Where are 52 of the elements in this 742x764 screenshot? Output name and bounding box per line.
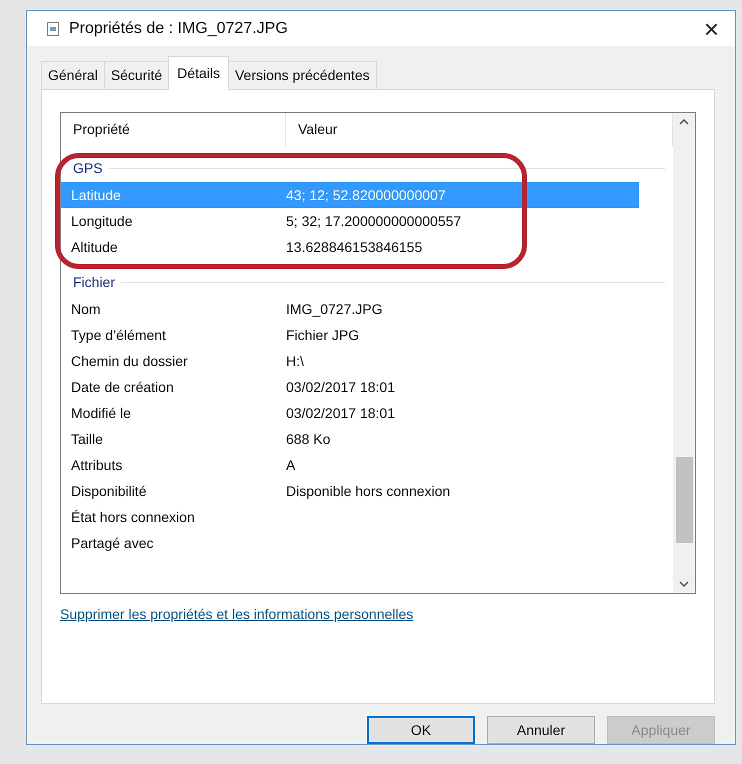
property-name: Modifié le <box>70 404 132 422</box>
remove-properties-link[interactable]: Supprimer les propriétés et les informations personnelles <box>60 604 414 625</box>
scroll-up-icon[interactable] <box>679 119 689 125</box>
close-button[interactable]: × <box>700 16 723 42</box>
property-row[interactable]: Partagé avec <box>61 530 639 556</box>
property-row[interactable]: Altitude 13.628846153846155 <box>61 234 639 260</box>
property-row[interactable]: Date de création 03/02/2017 18:01 <box>61 374 639 400</box>
property-row[interactable]: Nom IMG_0727.JPG <box>61 296 639 322</box>
property-value: Disponible hors connexion <box>286 482 450 501</box>
property-row[interactable]: Taille 688 Ko <box>61 426 639 452</box>
property-name: Attributs <box>70 456 124 474</box>
property-value: 43; 12; 52.820000000007 <box>286 186 446 204</box>
property-value: Fichier JPG <box>286 326 360 344</box>
scroll-thumb[interactable] <box>676 457 692 543</box>
property-name: Longitude <box>70 212 134 231</box>
property-row[interactable]: Chemin du dossier H:\ <box>61 348 639 374</box>
dialog-button[interactable]: OK <box>367 716 475 744</box>
property-name: Chemin du dossier <box>70 352 189 370</box>
property-row[interactable]: Longitude 5; 32; 17.200000000000557 <box>61 208 639 234</box>
dialog-button[interactable]: Annuler <box>487 716 595 744</box>
property-value: 03/02/2017 18:01 <box>286 404 395 422</box>
property-name: Disponibilité <box>70 482 148 501</box>
property-value: 688 Ko <box>286 430 330 448</box>
scroll-down-icon[interactable] <box>679 581 689 587</box>
property-value: H:\ <box>286 352 304 370</box>
property-name: Date de création <box>70 378 175 396</box>
property-name: Type d’élément <box>70 326 167 345</box>
property-name: Altitude <box>70 238 119 256</box>
property-row[interactable]: Attributs A <box>61 452 639 478</box>
tab[interactable]: Général <box>41 61 105 89</box>
property-row[interactable]: Type d’élément Fichier JPG <box>61 322 639 348</box>
property-value: 5; 32; 17.200000000000557 <box>286 212 462 230</box>
property-value: 03/02/2017 18:01 <box>286 378 395 396</box>
property-row[interactable]: État hors connexion <box>61 504 639 530</box>
property-value: 13.628846153846155 <box>286 238 422 256</box>
group-header: Fichier <box>73 272 116 292</box>
property-name: Nom <box>70 300 102 318</box>
property-name: Latitude <box>70 186 122 204</box>
window-title: Propriétés de : IMG_0727.JPG <box>69 18 289 38</box>
tab[interactable]: Détails <box>168 56 229 90</box>
property-name: Partagé avec <box>70 534 154 553</box>
property-value: A <box>286 456 296 474</box>
property-name: Taille <box>70 430 104 448</box>
tab[interactable]: Versions précédentes <box>228 61 377 89</box>
property-row[interactable]: Modifié le 03/02/2017 18:01 <box>61 400 639 426</box>
property-value: IMG_0727.JPG <box>286 300 382 319</box>
scrollbar[interactable] <box>673 113 695 593</box>
file-icon <box>47 22 59 36</box>
property-name: État hors connexion <box>70 508 196 526</box>
column-header[interactable]: Propriété <box>61 113 286 146</box>
group-header: GPS <box>73 158 103 178</box>
property-row[interactable]: Disponibilité Disponible hors connexion <box>61 478 639 504</box>
